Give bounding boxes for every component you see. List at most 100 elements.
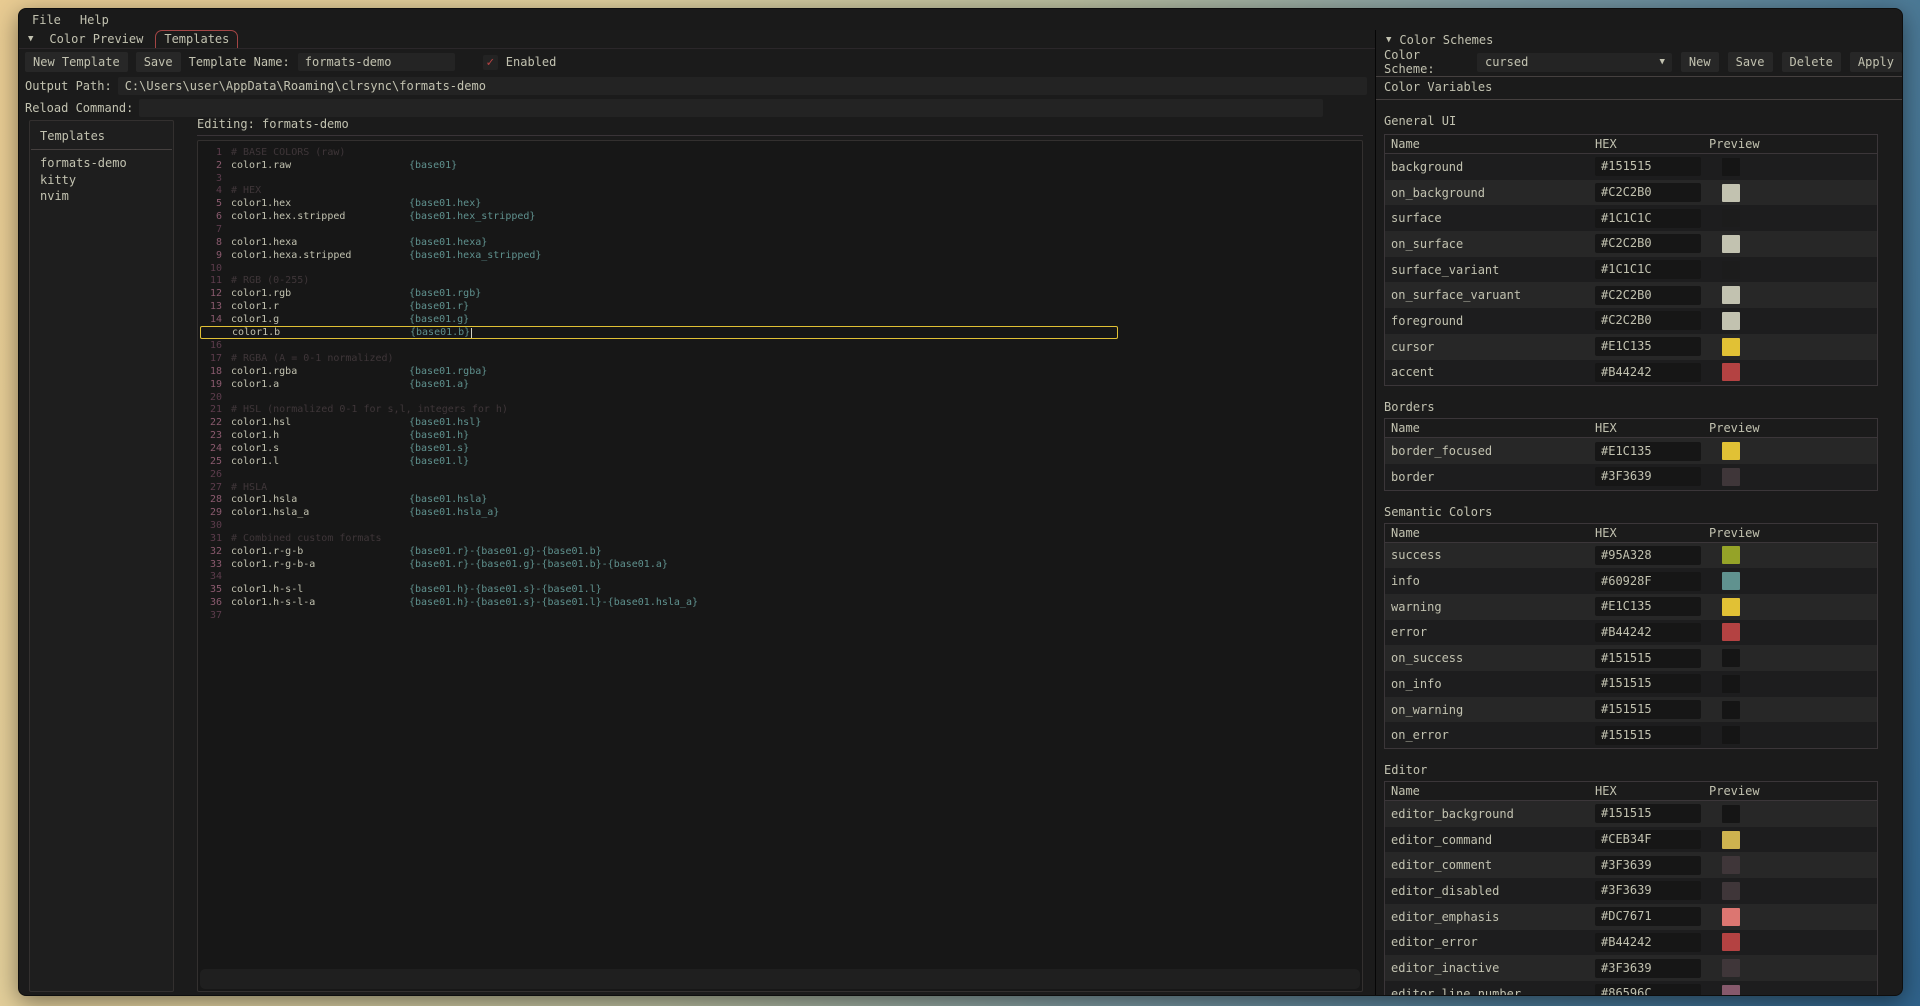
menu-item-help[interactable]: Help xyxy=(80,13,109,27)
color-hex-input[interactable]: #95A328 xyxy=(1595,546,1701,565)
editor-line[interactable]: 3 xyxy=(200,172,1362,185)
color-scheme-combo[interactable]: cursed ▼ xyxy=(1477,53,1672,72)
color-hex-input[interactable]: #B44242 xyxy=(1595,363,1701,382)
editor-line[interactable]: 31# Combined custom formats xyxy=(200,532,1362,545)
color-swatch[interactable] xyxy=(1722,623,1740,641)
color-hex-input[interactable]: #1C1C1C xyxy=(1595,209,1701,228)
editor-line[interactable]: 14color1.g{base01.g} xyxy=(200,313,1362,326)
color-swatch[interactable] xyxy=(1722,312,1740,330)
color-hex-input[interactable]: #DC7671 xyxy=(1595,907,1701,926)
color-swatch[interactable] xyxy=(1722,184,1740,202)
scheme-apply-button[interactable]: Apply xyxy=(1850,52,1902,72)
editor-line[interactable]: 32color1.r-g-b{base01.r}-{base01.g}-{bas… xyxy=(200,545,1362,558)
editor-line[interactable]: 12color1.rgb{base01.rgb} xyxy=(200,287,1362,300)
color-hex-input[interactable]: #3F3639 xyxy=(1595,467,1701,486)
editor-line[interactable]: 6color1.hex.stripped{base01.hex_stripped… xyxy=(200,210,1362,223)
editor-line[interactable]: 17# RGBA (A = 0-1 normalized) xyxy=(200,352,1362,365)
color-swatch[interactable] xyxy=(1722,985,1740,995)
editor-line[interactable]: 2color1.raw{base01} xyxy=(200,159,1362,172)
new-template-button[interactable]: New Template xyxy=(25,52,128,72)
color-swatch[interactable] xyxy=(1722,235,1740,253)
color-swatch[interactable] xyxy=(1722,546,1740,564)
editor-line[interactable]: 4# HEX xyxy=(200,185,1362,198)
editor-line[interactable]: 10 xyxy=(200,262,1362,275)
color-hex-input[interactable]: #C2C2B0 xyxy=(1595,286,1701,305)
editor-line[interactable]: 33color1.r-g-b-a{base01.r}-{base01.g}-{b… xyxy=(200,558,1362,571)
color-swatch[interactable] xyxy=(1722,286,1740,304)
color-hex-input[interactable]: #86596C xyxy=(1595,984,1701,995)
editor-line[interactable]: color1.b{base01.b} xyxy=(200,326,1118,340)
editor-line[interactable]: 26 xyxy=(200,468,1362,481)
menu-item-file[interactable]: File xyxy=(32,13,61,27)
color-hex-input[interactable]: #B44242 xyxy=(1595,933,1701,952)
editor-line[interactable]: 13color1.r{base01.r} xyxy=(200,300,1362,313)
collapse-arrow-icon[interactable]: ▼ xyxy=(28,34,33,44)
color-swatch[interactable] xyxy=(1722,649,1740,667)
editor-line[interactable]: 36color1.h-s-l-a{base01.h}-{base01.s}-{b… xyxy=(200,596,1362,609)
color-swatch[interactable] xyxy=(1722,831,1740,849)
template-list-item[interactable]: nvim xyxy=(30,188,173,205)
color-swatch[interactable] xyxy=(1722,805,1740,823)
editor-line[interactable]: 7 xyxy=(200,223,1362,236)
tab-color-preview[interactable]: Color Preview xyxy=(41,31,151,48)
color-swatch[interactable] xyxy=(1722,261,1740,279)
editor-line[interactable]: 20 xyxy=(200,391,1362,404)
color-swatch[interactable] xyxy=(1722,158,1740,176)
color-hex-input[interactable]: #C2C2B0 xyxy=(1595,183,1701,202)
color-swatch[interactable] xyxy=(1722,338,1740,356)
editor-line[interactable]: 18color1.rgba{base01.rgba} xyxy=(200,365,1362,378)
color-swatch[interactable] xyxy=(1722,363,1740,381)
tab-templates[interactable]: Templates xyxy=(155,30,238,48)
template-editor[interactable]: 1# BASE COLORS (raw)2color1.raw{base01}3… xyxy=(197,140,1363,992)
color-hex-input[interactable]: #151515 xyxy=(1595,674,1701,693)
editor-line[interactable]: 9color1.hexa.stripped{base01.hexa_stripp… xyxy=(200,249,1362,262)
color-swatch[interactable] xyxy=(1722,908,1740,926)
color-hex-input[interactable]: #151515 xyxy=(1595,726,1701,745)
template-name-input[interactable]: formats-demo xyxy=(298,53,455,71)
editor-line[interactable]: 22color1.hsl{base01.hsl} xyxy=(200,416,1362,429)
scheme-save-button[interactable]: Save xyxy=(1728,52,1773,72)
color-hex-input[interactable]: #151515 xyxy=(1595,649,1701,668)
editor-line[interactable]: 34 xyxy=(200,571,1362,584)
save-template-button[interactable]: Save xyxy=(136,52,181,72)
collapse-arrow-icon[interactable]: ▼ xyxy=(1386,35,1391,45)
color-swatch[interactable] xyxy=(1722,701,1740,719)
color-hex-input[interactable]: #C2C2B0 xyxy=(1595,311,1701,330)
output-path-input[interactable]: C:\Users\user\AppData\Roaming\clrsync\fo… xyxy=(118,77,1367,95)
editor-line[interactable]: 24color1.s{base01.s} xyxy=(200,442,1362,455)
editor-line[interactable]: 11# RGB (0-255) xyxy=(200,274,1362,287)
color-hex-input[interactable]: #1C1C1C xyxy=(1595,260,1701,279)
color-swatch[interactable] xyxy=(1722,675,1740,693)
enabled-checkbox[interactable]: ✓ xyxy=(483,55,498,70)
color-hex-input[interactable]: #151515 xyxy=(1595,804,1701,823)
editor-line[interactable]: 1# BASE COLORS (raw) xyxy=(200,146,1362,159)
color-hex-input[interactable]: #3F3639 xyxy=(1595,959,1701,978)
editor-line[interactable]: 37 xyxy=(200,609,1362,622)
editor-line[interactable]: 29color1.hsla_a{base01.hsla_a} xyxy=(200,506,1362,519)
scheme-delete-button[interactable]: Delete xyxy=(1782,52,1841,72)
editor-line[interactable]: 23color1.h{base01.h} xyxy=(200,429,1362,442)
editor-line[interactable]: 35color1.h-s-l{base01.h}-{base01.s}-{bas… xyxy=(200,583,1362,596)
color-hex-input[interactable]: #151515 xyxy=(1595,700,1701,719)
editor-line[interactable]: 16 xyxy=(200,339,1362,352)
editor-line[interactable]: 27# HSLA xyxy=(200,481,1362,494)
editor-line[interactable]: 5color1.hex{base01.hex} xyxy=(200,197,1362,210)
color-hex-input[interactable]: #60928F xyxy=(1595,572,1701,591)
scheme-new-button[interactable]: New xyxy=(1681,52,1719,72)
color-swatch[interactable] xyxy=(1722,209,1740,227)
color-hex-input[interactable]: #B44242 xyxy=(1595,623,1701,642)
color-swatch[interactable] xyxy=(1722,598,1740,616)
editor-line[interactable]: 21# HSL (normalized 0-1 for s,l, integer… xyxy=(200,404,1362,417)
color-hex-input[interactable]: #3F3639 xyxy=(1595,856,1701,875)
editor-line[interactable]: 25color1.l{base01.l} xyxy=(200,455,1362,468)
template-list-item[interactable]: formats-demo xyxy=(30,155,173,172)
color-swatch[interactable] xyxy=(1722,959,1740,977)
editor-line[interactable]: 30 xyxy=(200,519,1362,532)
color-hex-input[interactable]: #CEB34F xyxy=(1595,830,1701,849)
color-hex-input[interactable]: #151515 xyxy=(1595,157,1701,176)
color-hex-input[interactable]: #E1C135 xyxy=(1595,597,1701,616)
color-swatch[interactable] xyxy=(1722,442,1740,460)
template-list-item[interactable]: kitty xyxy=(30,172,173,189)
color-hex-input[interactable]: #E1C135 xyxy=(1595,337,1701,356)
color-swatch[interactable] xyxy=(1722,856,1740,874)
